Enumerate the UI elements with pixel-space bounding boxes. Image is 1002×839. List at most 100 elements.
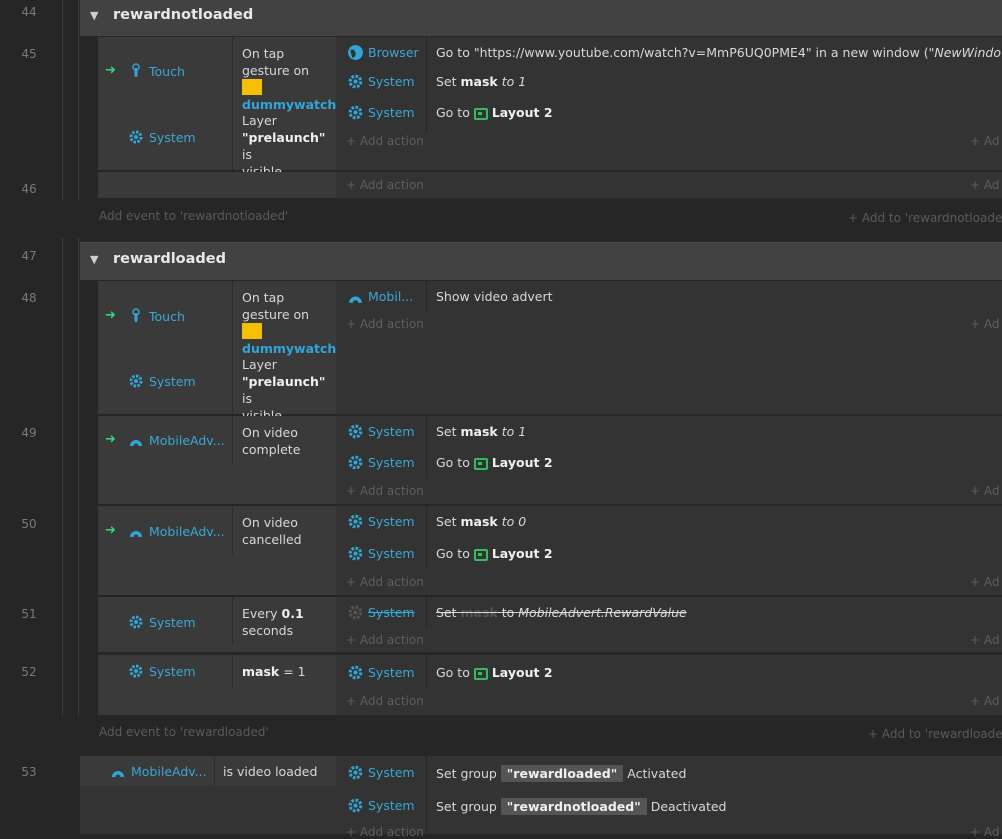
object-name: System [368,546,415,561]
action-text: Set mask to 0 [436,514,527,529]
action-row[interactable]: Mobil... Show video advert [345,283,1002,311]
trigger-arrow-icon: ➜ [105,308,116,323]
object-name: System [368,798,415,813]
line-number: 49 [21,426,37,440]
action-row[interactable]: System Go to Layout 2 [345,659,1002,687]
add-event-link[interactable]: Add event to 'rewardnotloaded' [99,209,288,223]
action-row[interactable]: System Go to Layout 2 [345,99,1002,127]
add-action-button[interactable]: + Add action [346,575,424,589]
condition-text: is video loaded [223,764,318,779]
gear-icon [348,455,363,470]
line-number: 47 [21,249,37,263]
condition-text: On video complete [242,425,301,457]
add-action-button[interactable]: + Add action [346,134,424,148]
action-row[interactable]: Browser Go to "https://www.youtube.com/w… [345,39,1002,67]
mobile-advert-icon [112,771,124,777]
line-number: 50 [21,517,37,531]
action-row[interactable]: System Set mask to 0 [345,508,1002,536]
add-action-button[interactable]: + Ad [970,317,1000,331]
condition-row[interactable]: System Layer"prelaunch" isvisible [98,105,336,179]
layout-icon [473,549,488,561]
add-action-button[interactable]: + Ad [970,633,1000,647]
condition-text: Every 0.1 seconds [242,606,304,638]
collapse-triangle-icon[interactable]: ▼ [90,9,98,22]
add-event-link[interactable]: Add event to 'rewardloaded' [99,725,269,739]
sprite-thumbnail [242,323,262,339]
gear-icon [129,374,143,388]
add-action-button[interactable]: + Ad [970,134,1000,148]
conditions-48[interactable]: ➜ Touch On tap gesture on dummywatch Sys… [98,281,336,423]
action-row[interactable]: System Set mask to 1 [345,68,1002,96]
trigger-arrow-icon: ➜ [105,523,116,538]
conditions-46[interactable] [98,172,336,198]
condition-row[interactable]: System Layer"prelaunch" isvisible [98,349,336,423]
add-action-button[interactable]: + Add action [346,484,424,498]
mobile-advert-icon [130,531,142,537]
action-text: Go to Layout 2 [436,105,553,120]
collapse-triangle-icon[interactable]: ▼ [90,253,98,266]
add-action-button[interactable]: + Ad [970,178,1000,192]
condition-row[interactable]: System mask = 1 [98,655,336,687]
conditions-52[interactable]: System mask = 1 [98,655,336,715]
condition-row[interactable]: System Every 0.1 seconds [98,597,336,645]
touch-icon [132,308,140,322]
group-name-pill: "rewardnotloaded" [500,798,647,815]
group-guide [62,0,63,200]
add-action-button[interactable]: + Add action [346,633,424,647]
object-name: System [368,665,415,680]
group-header-rewardnotloaded[interactable]: ▼ rewardnotloaded [80,0,1002,36]
conditions-51[interactable]: System Every 0.1 seconds [98,597,336,652]
object-name: Mobil... [368,289,414,304]
add-action-button[interactable]: + Ad [970,694,1000,708]
action-row[interactable]: System Go to Layout 2 [345,540,1002,568]
conditions-49[interactable]: ➜ MobileAdv... On video complete [98,416,336,504]
add-action-button[interactable]: + Ad [970,575,1000,589]
touch-icon [132,63,140,77]
group-guide [78,0,79,200]
group-header-rewardloaded[interactable]: ▼ rewardloaded [80,242,1002,280]
add-action-button[interactable]: + Add action [346,317,424,331]
add-action-button[interactable]: + Ad [970,825,1000,839]
action-row-disabled[interactable]: System Set mask to MobileAdvert.RewardVa… [345,599,1002,627]
object-name: System [149,615,196,630]
action-row[interactable]: System Set group "rewardnotloaded" Deact… [345,792,1002,820]
add-action-button[interactable]: + Add action [346,178,424,192]
group-name-pill: "rewardloaded" [500,765,624,782]
globe-icon [348,45,363,60]
divider [232,349,233,414]
action-text: Set mask to 1 [436,424,527,439]
add-action-button[interactable]: + Add action [346,694,424,708]
add-to-group-link[interactable]: + Add to 'rewardnotloaded' [848,211,1002,225]
object-name: System [149,374,196,389]
add-action-button[interactable]: + Add action [346,825,424,839]
divider [232,281,233,349]
add-to-group-link[interactable]: + Add to 'rewardloaded' [868,727,1002,741]
conditions-45[interactable]: ➜ Touch On tap gesture on dummywatch Sys… [98,37,336,179]
condition-row[interactable]: ➜ Touch On tap gesture on dummywatch [98,281,336,356]
action-row[interactable]: System Set group "rewardloaded" Activate… [345,759,1002,787]
condition-text: Layer"prelaunch" isvisible [242,357,326,423]
group-name: rewardloaded [113,251,227,267]
divider [232,105,233,170]
object-name: System [368,455,415,470]
object-name: MobileAdv... [149,524,225,539]
add-action-button[interactable]: + Ad [970,484,1000,498]
condition-text: mask = 1 [242,664,306,679]
conditions-50[interactable]: ➜ MobileAdv... On video cancelled [98,506,336,595]
divider [232,655,233,687]
layout-icon [473,668,488,680]
condition-row[interactable]: ➜ MobileAdv... On video complete [98,416,336,464]
object-name: System [368,105,415,120]
condition-row[interactable]: ➜ MobileAdv... On video cancelled [98,506,336,554]
divider [232,37,233,105]
condition-row[interactable]: ➜ Touch On tap gesture on dummywatch [98,37,336,112]
action-text: Go to "https://www.youtube.com/watch?v=M… [436,45,1002,60]
mobile-advert-icon [349,296,362,303]
object-name: System [149,130,196,145]
object-name: Touch [149,309,185,324]
conditions-53[interactable]: MobileAdv... is video loaded [80,756,336,786]
action-row[interactable]: System Go to Layout 2 [345,449,1002,477]
line-number: 51 [21,607,37,621]
gear-icon [348,105,363,120]
action-row[interactable]: System Set mask to 1 [345,418,1002,446]
